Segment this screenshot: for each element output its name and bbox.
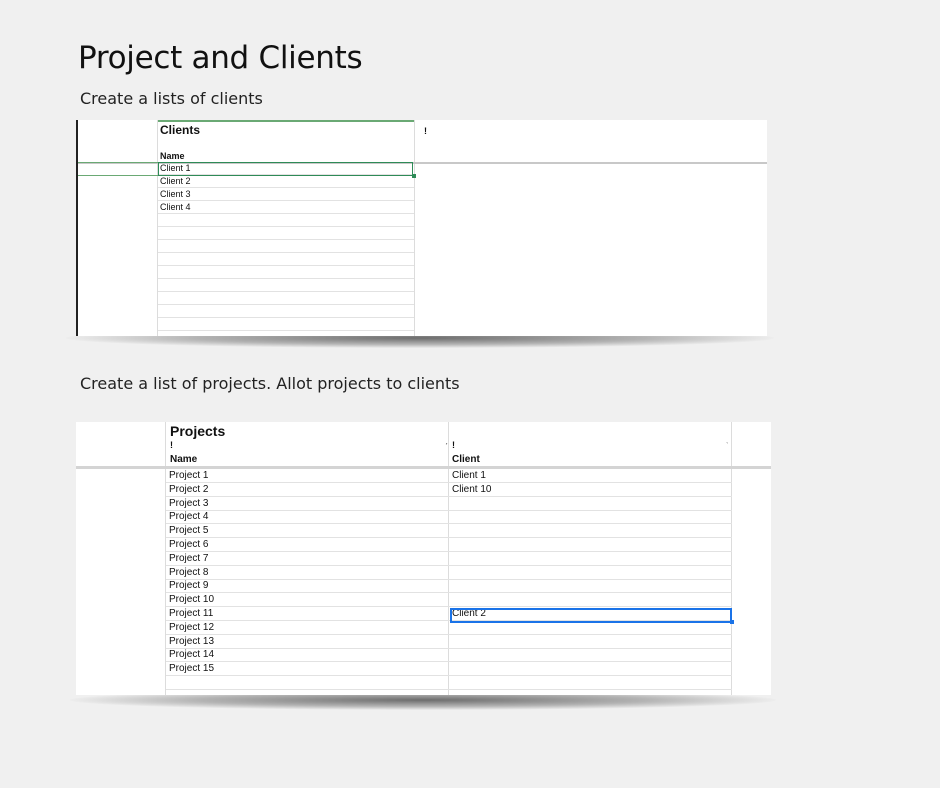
project-row[interactable]: Project 3▾ [166, 497, 732, 511]
fill-handle[interactable] [412, 174, 416, 178]
cell-selection [158, 162, 413, 176]
project-name-cell[interactable]: Project 1 [169, 469, 208, 482]
cell-selection [450, 608, 732, 623]
marker: ! [170, 440, 173, 450]
projects-title: Projects [170, 423, 226, 439]
project-row[interactable]: Project 6▾ [166, 538, 732, 552]
step-2-caption: Create a list of projects. Allot project… [80, 374, 460, 393]
projects-sheet: Projects ! ! ˏ ˎ Name Client Project 1 Cl… [76, 422, 771, 695]
project-name-cell[interactable]: Project 2 [169, 483, 208, 496]
project-name-cell[interactable]: Project 11 [169, 607, 213, 620]
corner-tick: ˏ [445, 436, 448, 445]
project-row[interactable]: Project 1Client 1▾ [166, 469, 732, 483]
client-row[interactable] [158, 240, 414, 253]
clients-title: Clients [160, 123, 201, 137]
client-row[interactable] [158, 305, 414, 318]
name-column-header: Name [160, 151, 185, 161]
client-dropdown-cell[interactable]: Client 1 [452, 469, 486, 482]
project-row[interactable]: Project 15▾ [166, 662, 732, 677]
project-name-cell[interactable]: Project 13 [169, 635, 214, 648]
client-row[interactable]: Client 4 [158, 201, 414, 214]
client-row[interactable] [158, 227, 414, 240]
client-row[interactable] [158, 266, 414, 279]
project-name-cell[interactable]: Project 4 [169, 510, 208, 523]
project-name-cell[interactable]: Project 3 [169, 497, 208, 510]
project-name-cell[interactable]: Project 6 [169, 538, 208, 551]
project-name-cell[interactable]: Project 10 [169, 593, 214, 606]
project-row[interactable]: Project 8▾ [166, 566, 732, 580]
project-row[interactable]: Project 14▾ [166, 648, 732, 663]
project-row[interactable]: Project 5▾ [166, 524, 732, 539]
project-name-cell[interactable]: Project 12 [169, 621, 214, 634]
client-row[interactable] [158, 292, 414, 305]
client-row[interactable] [158, 318, 414, 331]
client-row[interactable]: Client 2 [158, 175, 414, 188]
fill-handle[interactable] [730, 620, 734, 624]
project-row[interactable]: Project 2Client 10▾ [166, 483, 732, 497]
client-row[interactable]: Client 3 [158, 188, 414, 201]
corner-tick: ˎ [726, 435, 729, 444]
project-name-cell[interactable]: Project 7 [169, 552, 208, 565]
step-1-caption: Create a lists of clients [80, 89, 263, 108]
project-name-cell[interactable]: Project 8 [169, 566, 208, 579]
marker: ! [452, 440, 455, 450]
project-row[interactable]: ▾ [166, 676, 732, 690]
project-row[interactable]: Project 10▾ [166, 593, 732, 608]
project-name-cell[interactable]: Project 15 [169, 662, 214, 675]
row-selection-guide [78, 162, 158, 176]
project-name-cell[interactable]: Project 14 [169, 648, 214, 661]
project-name-cell[interactable]: Project 5 [169, 524, 208, 537]
client-row[interactable] [158, 279, 414, 292]
client-dropdown-cell[interactable]: Client 10 [452, 483, 491, 496]
client-row[interactable] [158, 253, 414, 266]
project-row[interactable]: Project 4▾ [166, 510, 732, 525]
grid-line [414, 120, 415, 336]
page-title: Project and Clients [78, 40, 363, 76]
project-row[interactable]: Project 13▾ [166, 635, 732, 649]
clients-sheet: Clients ! Name Client 1 Client 2 Client 3C… [76, 120, 767, 336]
client-row[interactable] [158, 331, 414, 336]
name-column-header: Name [170, 454, 198, 465]
project-row[interactable]: Project 9▾ [166, 579, 732, 594]
project-row[interactable]: Project 7▾ [166, 552, 732, 566]
project-name-cell[interactable]: Project 9 [169, 579, 208, 592]
marker: ! [424, 126, 427, 136]
client-row[interactable] [158, 214, 414, 227]
column-top-highlight [158, 120, 414, 122]
client-column-header: Client [452, 454, 480, 465]
